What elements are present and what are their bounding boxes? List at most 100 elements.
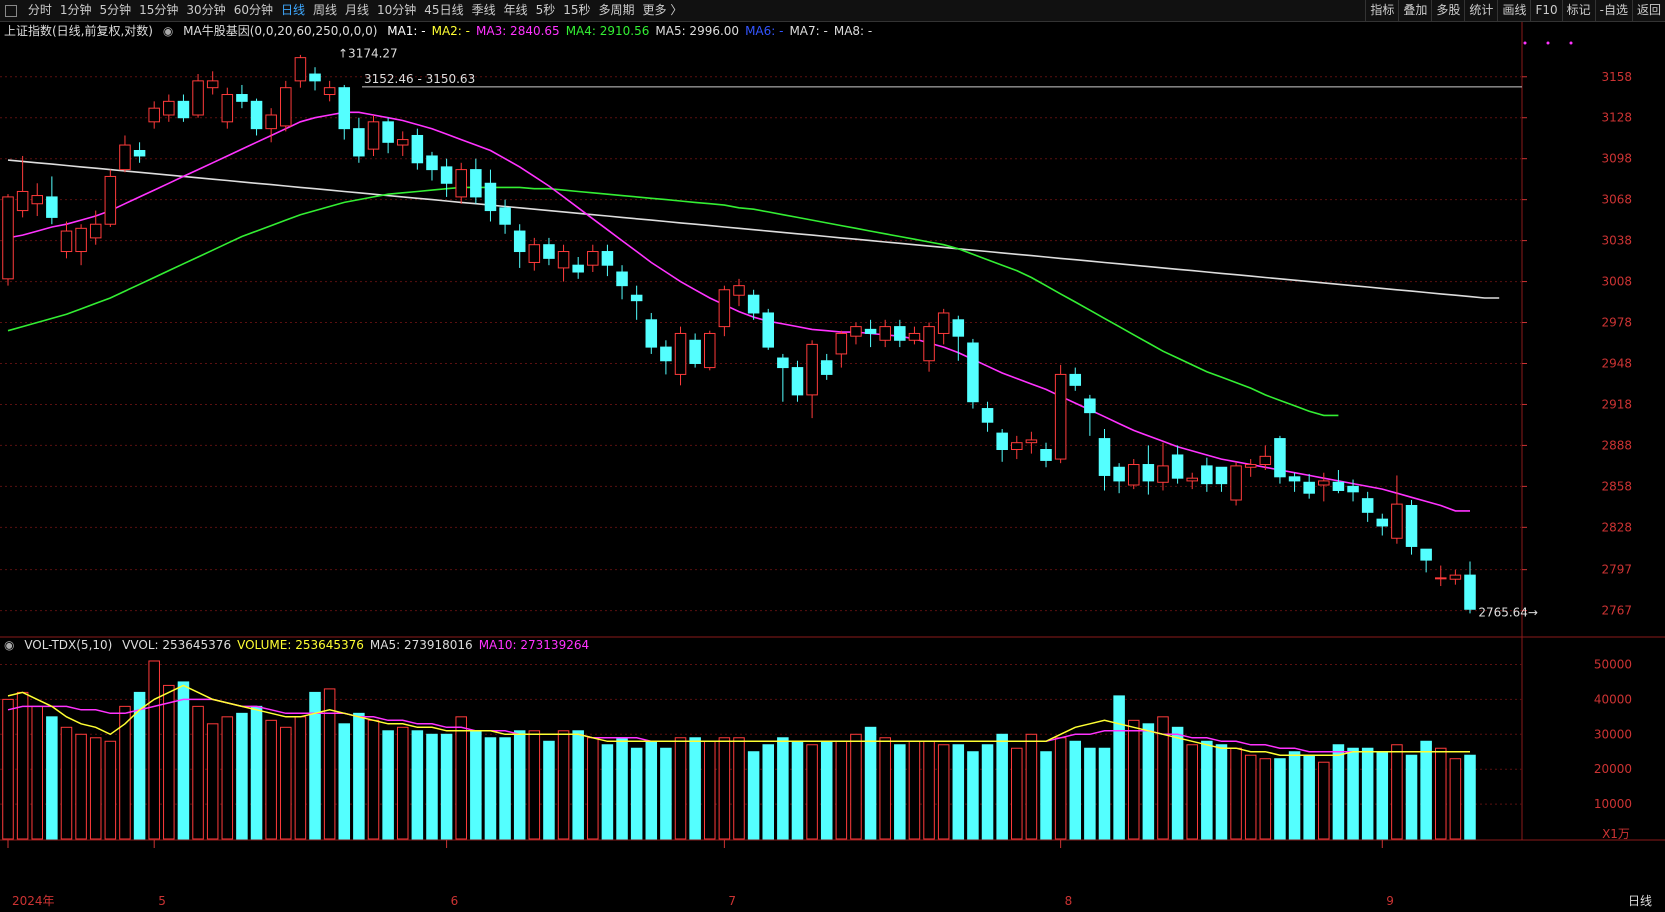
volume-bar [1127, 719, 1140, 840]
candle-body [1391, 503, 1403, 539]
period-tab[interactable]: 10分钟 [373, 0, 420, 21]
candle-body [236, 94, 248, 102]
period-tab[interactable]: 季线 [468, 0, 500, 21]
volume-bar [981, 744, 994, 840]
volume-bar [820, 740, 833, 840]
volume-bar [60, 726, 73, 840]
y-tick-label: 2978 [1601, 316, 1632, 330]
volume-bar [1186, 744, 1198, 840]
x-tick-label: 6 [451, 894, 459, 908]
volume-bar [733, 737, 745, 840]
candle-body [89, 223, 102, 239]
candle-body [104, 175, 117, 225]
volume-bar [1230, 747, 1242, 840]
marker-dot [1523, 41, 1527, 45]
volume-bar [747, 751, 760, 840]
candle-body [1098, 438, 1111, 476]
ma3-line [7, 111, 1470, 512]
period-tab[interactable]: 1分钟 [56, 0, 96, 21]
candle-body [484, 182, 497, 212]
volume-bar [1391, 744, 1403, 840]
period-tab[interactable]: 周线 [309, 0, 341, 21]
volume-bar [879, 737, 891, 840]
volume-bar [718, 737, 731, 840]
candle-body [440, 166, 453, 184]
tool-button[interactable]: 统计 [1464, 0, 1497, 21]
x-tick-label: 8 [1065, 894, 1073, 908]
volume-bar [31, 705, 44, 840]
period-tab[interactable]: 月线 [341, 0, 373, 21]
candle-body [1127, 464, 1140, 486]
candle-body [1434, 577, 1447, 580]
candle-body [1054, 373, 1067, 460]
volume-bar [1303, 754, 1315, 840]
period-tab[interactable]: 30分钟 [182, 0, 229, 21]
candle-body [528, 244, 541, 263]
period-tab[interactable]: 日线 [277, 0, 309, 21]
tool-button[interactable]: 叠加 [1398, 0, 1431, 21]
period-tab[interactable]: 多周期 [595, 0, 639, 21]
volume-bar [163, 684, 175, 840]
candle-body [733, 285, 745, 296]
y-tick-label: 3158 [1601, 70, 1632, 84]
period-tab[interactable]: 5分钟 [95, 0, 135, 21]
volume-bar [16, 691, 29, 840]
tool-button[interactable]: 指标 [1365, 0, 1398, 21]
volume-bar [221, 716, 234, 840]
candle-body [981, 408, 994, 423]
candle-body [294, 57, 307, 82]
y-tick-label: 3098 [1601, 152, 1632, 166]
x-tick-label: 2024年 [12, 894, 55, 908]
tool-button[interactable]: 画线 [1497, 0, 1530, 21]
candle-body [2, 196, 14, 280]
volume-bar [280, 726, 292, 840]
volume-bar [426, 733, 438, 840]
volume-bar [236, 712, 248, 840]
volume-bar [1215, 744, 1228, 840]
period-tab[interactable]: 15秒 [559, 0, 594, 21]
volume-bar [411, 730, 424, 840]
candle-body [1069, 373, 1082, 386]
tool-button[interactable]: 标记 [1561, 0, 1595, 21]
candle-body [660, 346, 672, 362]
candle-body [952, 319, 965, 337]
candle-body [1244, 464, 1257, 468]
candle-body [382, 121, 394, 143]
candle-body [396, 139, 409, 146]
volume-bar [104, 740, 117, 840]
candle-body [31, 195, 44, 205]
candle-body [616, 271, 628, 287]
period-tab[interactable]: 年线 [500, 0, 532, 21]
volume-bar [1449, 758, 1462, 840]
candle-body [791, 367, 804, 396]
tool-button[interactable]: F10 [1530, 0, 1561, 21]
vol-tick-label: 10000 [1594, 797, 1632, 811]
candle-body [1011, 442, 1023, 451]
period-tab[interactable]: 60分钟 [230, 0, 277, 21]
candle-body [1142, 464, 1155, 482]
period-tab[interactable]: 45日线 [420, 0, 467, 21]
vol-unit-label: X1万 [1602, 827, 1630, 841]
volume-bar [923, 740, 935, 840]
period-tab[interactable]: 15分钟 [135, 0, 182, 21]
volume-bar [177, 681, 190, 840]
volume-bar [572, 730, 584, 840]
candle-body [587, 251, 599, 266]
y-tick-label: 2767 [1601, 604, 1632, 618]
period-label: 日线 [1628, 894, 1652, 908]
candle-body [163, 100, 175, 116]
tool-button[interactable]: 多股 [1431, 0, 1464, 21]
tool-button[interactable]: -自选 [1594, 0, 1632, 21]
volume-bar [1201, 740, 1213, 840]
volume-bar [1244, 754, 1257, 840]
period-tab[interactable]: 更多 〉 [639, 0, 687, 21]
volume-bar [192, 705, 204, 840]
tool-button[interactable]: 返回 [1631, 0, 1665, 21]
panel-toggle-icon[interactable] [5, 5, 17, 17]
candle-body [309, 73, 321, 82]
period-tab[interactable]: 5秒 [532, 0, 560, 21]
volume-bar [338, 723, 351, 840]
y-tick-label: 2828 [1601, 520, 1632, 534]
period-tab[interactable]: 分时 [24, 0, 56, 21]
candle-body [747, 294, 760, 314]
